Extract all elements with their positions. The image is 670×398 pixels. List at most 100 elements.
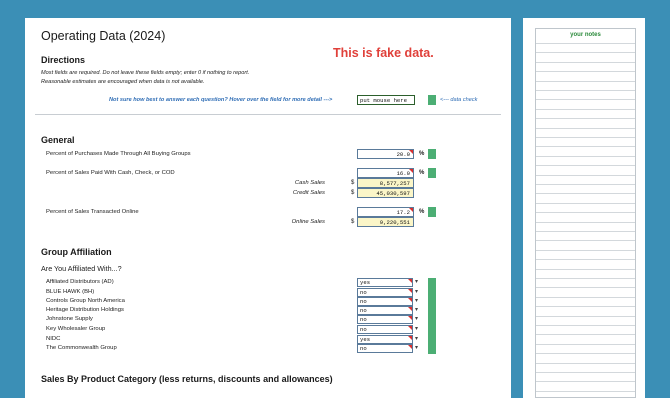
notes-row[interactable] <box>536 61 635 63</box>
notes-row[interactable] <box>536 99 635 101</box>
operating-data-sheet: Operating Data (2024) This is fake data.… <box>25 18 511 398</box>
cash-sales-currency: $ <box>351 180 355 186</box>
notes-row[interactable] <box>536 381 635 383</box>
notes-row[interactable] <box>536 80 635 82</box>
notes-row[interactable] <box>536 146 635 148</box>
dropdown-arrow-icon[interactable]: ▾ <box>415 278 418 285</box>
cash-pct-check <box>428 168 436 178</box>
affiliation-label: BLUE HAWK (BH) <box>46 289 95 295</box>
notes-row[interactable] <box>536 90 635 91</box>
directions-heading: Directions <box>41 55 86 65</box>
notes-row[interactable] <box>536 390 635 392</box>
buying-groups-unit: % <box>419 151 425 157</box>
affiliation-label: Key Wholesaler Group <box>46 326 106 332</box>
affiliation-label: The Commonwealth Group <box>46 345 117 351</box>
notes-row[interactable] <box>536 118 635 120</box>
notes-row[interactable] <box>536 127 635 129</box>
dropdown-arrow-icon[interactable]: ▾ <box>415 297 418 304</box>
notes-row[interactable] <box>536 362 635 364</box>
cash-pct-label: Percent of Sales Paid With Cash, Check, … <box>46 170 175 176</box>
notes-row[interactable] <box>536 184 635 185</box>
notes-row[interactable] <box>536 325 635 326</box>
dropdown-arrow-icon[interactable]: ▾ <box>415 288 418 295</box>
notes-row[interactable] <box>536 372 635 373</box>
dropdown-arrow-icon[interactable]: ▾ <box>415 325 418 332</box>
section-divider <box>35 114 501 115</box>
credit-sales-value: 45,030,597 <box>357 188 414 198</box>
dropdown-arrow-icon[interactable]: ▾ <box>415 344 418 351</box>
sales-category-heading: Sales By Product Category (less returns,… <box>41 374 333 384</box>
notes-row[interactable] <box>536 240 635 242</box>
credit-sales-currency: $ <box>351 190 355 196</box>
affiliation-label: Controls Group North America <box>46 298 125 304</box>
online-pct-unit: % <box>419 209 425 215</box>
notes-title: your notes <box>570 32 601 38</box>
notes-row[interactable] <box>536 231 635 232</box>
notes-row[interactable] <box>536 287 635 289</box>
notes-row[interactable] <box>536 296 635 298</box>
notes-row[interactable] <box>536 108 635 110</box>
notes-row[interactable] <box>536 137 635 138</box>
affiliation-select[interactable]: yes <box>357 278 413 287</box>
online-pct-label: Percent of Sales Transacted Online <box>46 209 139 215</box>
online-sales-label: Online Sales <box>291 219 325 225</box>
notes-panel: your notes <box>523 18 645 398</box>
affiliation-select[interactable]: no <box>357 306 413 315</box>
affiliation-select[interactable]: no <box>357 344 413 353</box>
notes-row[interactable] <box>536 71 635 73</box>
data-check-indicator <box>428 95 436 105</box>
online-sales-value: 9,220,551 <box>357 217 414 227</box>
dropdown-arrow-icon[interactable]: ▾ <box>415 306 418 313</box>
cash-sales-label: Cash Sales <box>294 180 325 186</box>
cash-sales-value: 8,577,257 <box>357 178 414 188</box>
data-check-label: <--- data check <box>440 97 478 103</box>
hover-help-field[interactable]: put mouse here <box>357 95 415 105</box>
affiliation-select[interactable]: no <box>357 325 413 334</box>
notes-row[interactable] <box>536 278 635 279</box>
affiliation-select[interactable]: yes <box>357 335 413 344</box>
notes-row[interactable] <box>536 306 635 308</box>
notes-row[interactable] <box>536 202 635 204</box>
dropdown-arrow-icon[interactable]: ▾ <box>415 315 418 322</box>
affiliation-label: Johnstone Supply <box>46 316 93 322</box>
notes-row[interactable] <box>536 334 635 336</box>
online-pct-check <box>428 207 436 217</box>
general-heading: General <box>41 135 75 145</box>
notes-row[interactable] <box>536 212 635 214</box>
notes-row[interactable] <box>536 155 635 157</box>
affiliation-question: Are You Affiliated With...? <box>41 264 122 273</box>
fake-data-banner: This is fake data. <box>333 46 434 60</box>
notes-row[interactable] <box>536 165 635 167</box>
notes-row[interactable] <box>536 259 635 261</box>
affiliation-label: Heritage Distribution Holdings <box>46 307 124 313</box>
notes-row[interactable] <box>536 353 635 355</box>
notes-row[interactable] <box>536 268 635 270</box>
buying-groups-check <box>428 149 436 159</box>
notes-row[interactable] <box>536 174 635 176</box>
cash-pct-input[interactable]: 16.0 <box>357 168 414 178</box>
notes-row[interactable] <box>536 52 635 54</box>
notes-row[interactable] <box>536 343 635 345</box>
notes-row[interactable] <box>536 221 635 223</box>
notes-row[interactable] <box>536 193 635 195</box>
affiliation-label: NIDC <box>46 336 61 342</box>
affiliation-select[interactable]: no <box>357 315 413 324</box>
cash-pct-unit: % <box>419 170 425 176</box>
directions-line-1: Most fields are required. Do not leave t… <box>41 70 250 76</box>
affiliation-label: Affiliated Distributors (AD) <box>46 279 114 285</box>
dropdown-arrow-icon[interactable]: ▾ <box>415 335 418 342</box>
group-affiliation-heading: Group Affiliation <box>41 247 112 257</box>
directions-line-2: Reasonable estimates are encouraged when… <box>41 79 205 85</box>
affiliation-check <box>428 278 436 354</box>
buying-groups-label: Percent of Purchases Made Through All Bu… <box>46 151 191 157</box>
affiliation-select[interactable]: no <box>357 297 413 306</box>
page-title: Operating Data (2024) <box>41 29 166 43</box>
notes-row[interactable] <box>536 249 635 251</box>
help-hint: Not sure how best to answer each questio… <box>109 97 333 103</box>
buying-groups-input[interactable]: 20.0 <box>357 149 414 159</box>
online-pct-input[interactable]: 17.2 <box>357 207 414 217</box>
affiliation-select[interactable]: no <box>357 288 413 297</box>
notes-row[interactable] <box>536 43 635 44</box>
notes-grid[interactable]: your notes <box>535 28 636 398</box>
notes-row[interactable] <box>536 315 635 317</box>
